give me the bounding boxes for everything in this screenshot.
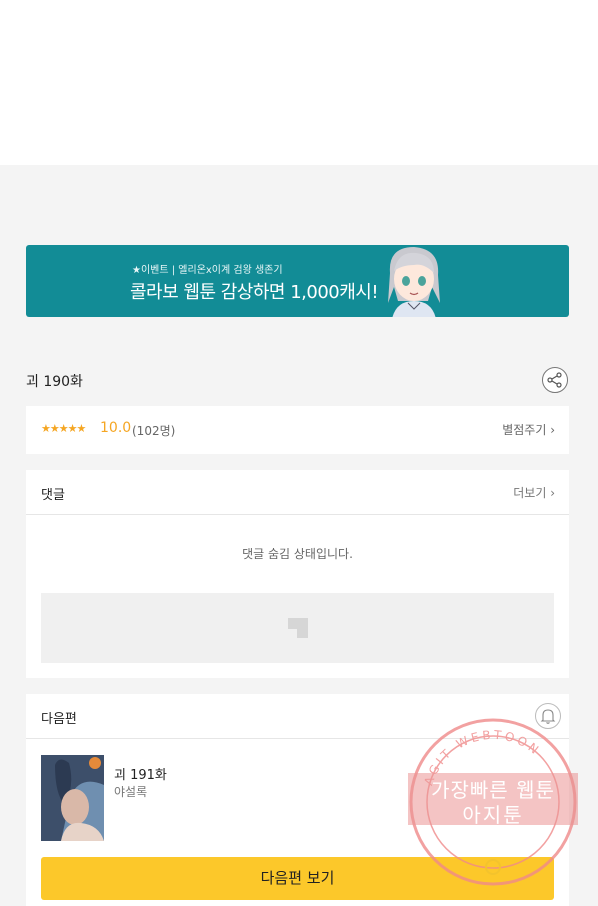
banner-character-illustration [388,247,440,317]
rating-stars: ★★★★★ [41,422,86,435]
comments-header: 댓글 더보기 › [26,470,569,515]
banner-subtext: ★이벤트 | 엘리온x이계 검왕 생존기 [132,265,283,276]
watermark-stamp: AGIT WEBTOON 가장빠른 웹툰 아지툰 [408,717,578,887]
top-blank-area [0,0,598,165]
banner-headline: 콜라보 웹툰 감상하면 1,000캐시! [130,282,379,303]
next-episode-title[interactable]: 괴 191화 [114,764,167,783]
next-episode-author: 야설록 [114,785,148,799]
rating-score: 10.0 [100,420,132,436]
episode-title: 괴 190화 [26,374,83,390]
ad-placeholder [41,593,554,663]
share-icon [547,372,562,388]
placeholder-logo-icon [288,618,308,638]
watermark-text-line2: 아지툰 [462,803,524,827]
next-section-title: 다음편 [41,712,77,727]
comments-title: 댓글 [41,488,65,503]
event-banner[interactable]: ★이벤트 | 엘리온x이계 검왕 생존기 콜라보 웹툰 감상하면 1,000캐시… [26,245,569,317]
rate-button[interactable]: 별점주기 › [502,421,555,438]
share-button[interactable] [542,367,568,393]
thumbnail-illustration [41,755,104,841]
next-episode-thumbnail[interactable] [41,755,104,841]
comments-more-link[interactable]: 더보기 › [513,484,555,501]
comments-hidden-message: 댓글 숨김 상태입니다. [242,547,353,561]
rating-card: ★★★★★ 10.0 (102명) 별점주기 › [26,406,569,454]
comments-card: 댓글 더보기 › 댓글 숨김 상태입니다. [26,470,569,678]
rating-count: (102명) [132,424,176,438]
